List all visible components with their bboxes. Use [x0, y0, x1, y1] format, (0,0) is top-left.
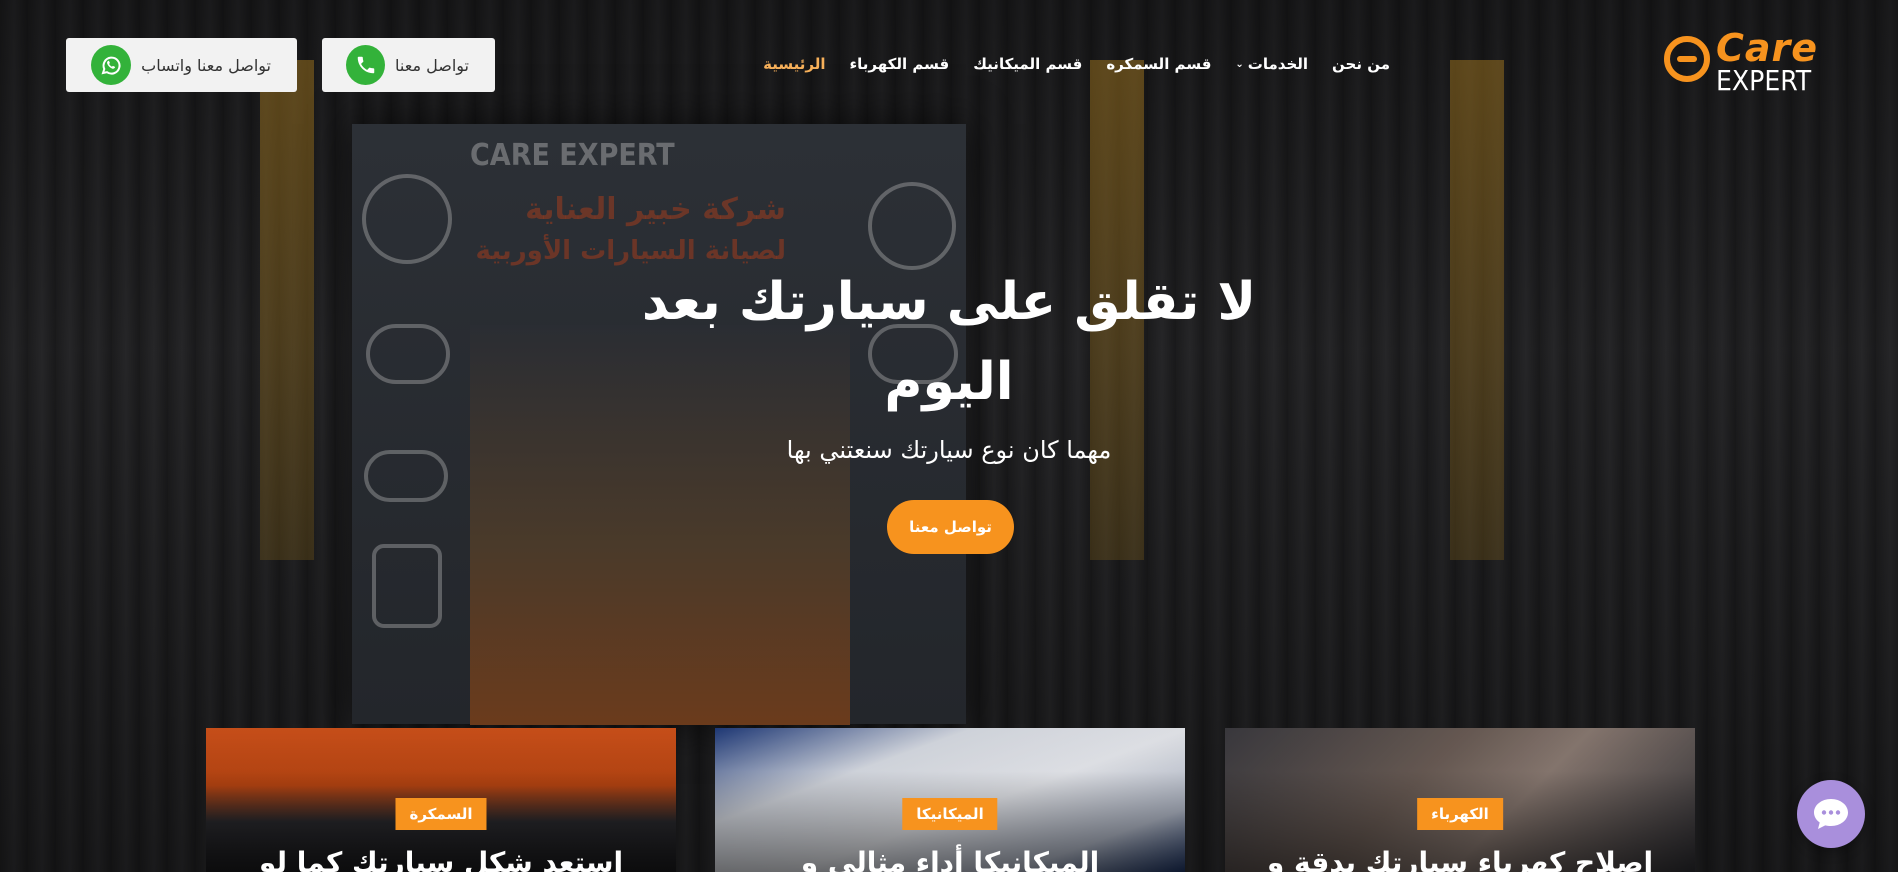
phone-icon: [346, 45, 386, 85]
site-header: Care EXPERT الرئيسية قسم الكهرباء قسم ال…: [0, 0, 1898, 130]
nav-services-label: الخدمات: [1247, 55, 1309, 73]
mercedes-logo-icon: [362, 174, 452, 264]
main-nav: الرئيسية قسم الكهرباء قسم الميكانيك قسم …: [763, 52, 1390, 76]
bmw-logo-icon: [868, 182, 956, 270]
nav-home[interactable]: الرئيسية: [763, 55, 825, 73]
chevron-down-icon: ⌄: [1235, 58, 1244, 70]
card-badge: الميكانيكا: [902, 798, 998, 830]
nav-mechanical-label: قسم الميكانيك: [973, 55, 1083, 73]
whatsapp-icon: [91, 45, 132, 85]
nav-electrical-label: قسم الكهرباء: [849, 55, 950, 73]
hero-title: لا تقلق على سيارتك بعد اليوم: [549, 262, 1349, 422]
landrover-logo-icon: [364, 450, 448, 502]
call-button-label: تواصل معنا: [395, 55, 469, 75]
hero-contact-button[interactable]: تواصل معنا: [887, 500, 1014, 554]
wall-stripe: [1450, 60, 1504, 560]
whatsapp-button[interactable]: تواصل معنا واتساب: [66, 38, 297, 92]
service-card-bodywork[interactable]: السمكرة استعد شكل سيارتك كما لو: [206, 728, 676, 872]
call-button[interactable]: تواصل معنا: [322, 38, 495, 92]
mazda-logo-icon: [366, 324, 450, 384]
chat-widget-button[interactable]: [1797, 780, 1865, 848]
card-badge: السمكرة: [395, 798, 487, 830]
card-title: الميكانيكا أداء مثالي و: [800, 846, 1100, 872]
wall-brand-text: CARE EXPERT: [470, 138, 675, 173]
nav-about-label: من نحن: [1332, 55, 1390, 73]
service-card-mechanical[interactable]: الميكانيكا الميكانيكا أداء مثالي و: [715, 728, 1185, 872]
card-badge: الكهرباء: [1417, 798, 1503, 830]
steering-wheel-icon: [1664, 36, 1710, 82]
wall-stripe: [260, 60, 314, 560]
nav-services[interactable]: الخدمات ⌄: [1235, 55, 1308, 73]
whatsapp-button-label: تواصل معنا واتساب: [141, 55, 271, 75]
nav-home-label: الرئيسية: [763, 55, 826, 73]
nav-electrical[interactable]: قسم الكهرباء: [849, 55, 949, 73]
card-title: استعد شكل سيارتك كما لو: [258, 846, 624, 872]
service-card-electrical[interactable]: الكهرباء اصلاح كهرباء سيارتك بدقة و: [1225, 728, 1695, 872]
card-title: اصلاح كهرباء سيارتك بدقة و: [1266, 846, 1654, 872]
nav-mechanical[interactable]: قسم الميكانيك: [973, 55, 1082, 73]
nav-bodywork-label: قسم السمكره: [1106, 55, 1212, 73]
hero-subtitle: مهما كان نوع سيارتك سنعتني بها: [786, 436, 1112, 464]
nav-about[interactable]: من نحن: [1332, 55, 1390, 73]
chat-icon: [1814, 799, 1848, 829]
wall-arabic-line1: شركة خبير العناية: [525, 192, 786, 227]
hero-title-line1: لا تقلق على سيارتك بعد: [641, 272, 1257, 332]
logo-expert-text: EXPERT: [1716, 64, 1812, 97]
nav-bodywork[interactable]: قسم السمكره: [1106, 55, 1211, 73]
hero-title-line2: اليوم: [884, 352, 1014, 412]
porsche-logo-icon: [372, 544, 442, 628]
care-expert-logo[interactable]: Care EXPERT: [1664, 26, 1834, 97]
